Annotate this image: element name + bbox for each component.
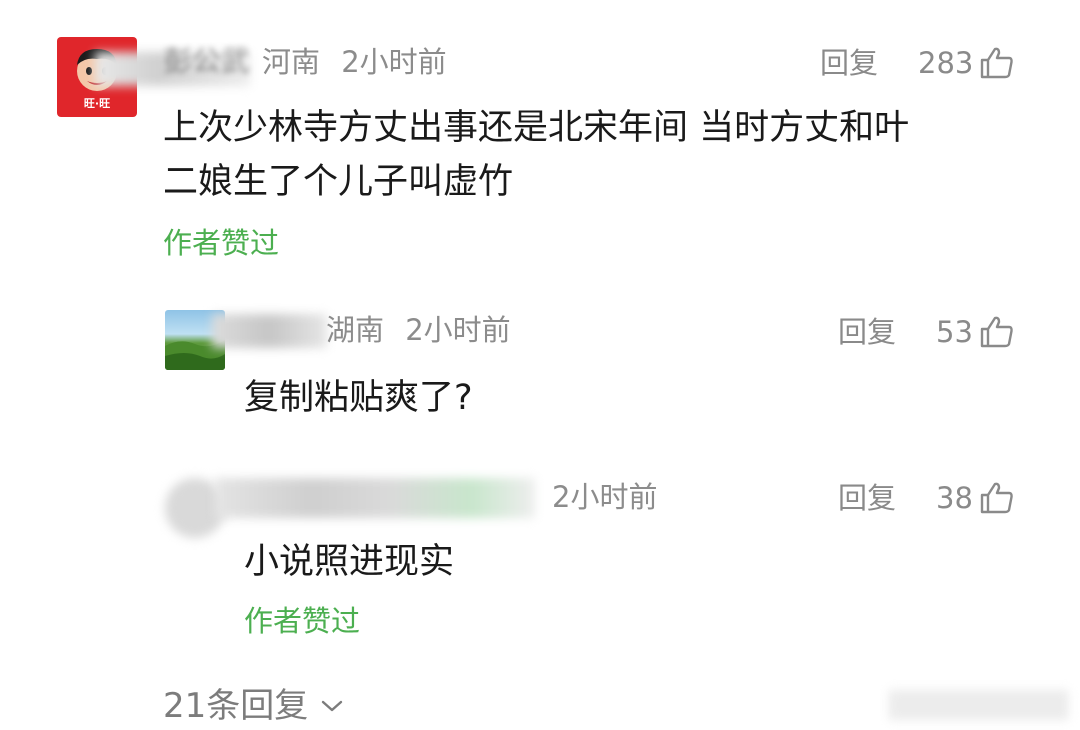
author-liked-badge: 作者赞过 bbox=[244, 604, 361, 638]
like-count: 283 bbox=[918, 45, 974, 80]
reply-location: 湖南 bbox=[326, 313, 385, 347]
comment-text: 上次少林寺方丈出事还是北宋年间 当时方丈和叶 二娘生了个儿子叫虚竹 bbox=[163, 101, 909, 209]
username-blurred bbox=[215, 478, 535, 518]
reply-time: 2小时前 bbox=[552, 480, 658, 514]
reply-text: 小说照进现实 bbox=[244, 542, 455, 582]
comment-username[interactable]: 彭公武 bbox=[163, 47, 250, 76]
thumbs-up-icon bbox=[980, 316, 1013, 348]
comment-location: 河南 bbox=[262, 45, 321, 79]
reply-meta: 2小时前 bbox=[552, 483, 657, 512]
reply-actions: 回复 53 bbox=[838, 315, 1015, 349]
like-button[interactable]: 283 bbox=[918, 46, 1015, 80]
more-replies-button[interactable]: 21条回复 bbox=[163, 689, 344, 723]
avatar-badge: 旺·旺 bbox=[83, 97, 111, 110]
reply-button[interactable]: 回复 bbox=[838, 483, 896, 513]
author-liked-badge: 作者赞过 bbox=[163, 226, 280, 260]
like-button[interactable]: 53 bbox=[936, 315, 1015, 349]
comment-actions: 回复 283 bbox=[820, 46, 1015, 80]
reply-button[interactable]: 回复 bbox=[838, 317, 896, 347]
comment-time: 2小时前 bbox=[341, 45, 447, 79]
thumbs-up-icon bbox=[981, 47, 1014, 79]
reply-text: 复制粘贴爽了? bbox=[244, 378, 473, 418]
reply-meta: 湖南 2小时前 bbox=[326, 316, 511, 345]
comment-text-line: 二娘生了个儿子叫虚竹 bbox=[163, 162, 514, 202]
chevron-down-icon bbox=[322, 700, 343, 712]
more-replies-label: 21条回复 bbox=[163, 686, 309, 726]
reply-actions: 回复 38 bbox=[838, 481, 1015, 515]
reply-time: 2小时前 bbox=[405, 313, 511, 347]
comment-meta: 河南 2小时前 bbox=[262, 48, 447, 77]
like-button[interactable]: 38 bbox=[936, 481, 1015, 515]
like-count: 38 bbox=[936, 480, 973, 515]
comment-text-line: 上次少林寺方丈出事还是北宋年间 当时方丈和叶 bbox=[163, 108, 910, 148]
reply-button[interactable]: 回复 bbox=[820, 48, 878, 78]
thumbs-up-icon bbox=[980, 482, 1013, 514]
like-count: 53 bbox=[936, 314, 973, 349]
username-blurred bbox=[212, 314, 327, 348]
comment-thread: 旺·旺 彭公武 河南 2小时前 回复 283 上次少林寺方丈出事还是北宋年间 当… bbox=[0, 0, 1080, 730]
watermark bbox=[890, 690, 1070, 720]
